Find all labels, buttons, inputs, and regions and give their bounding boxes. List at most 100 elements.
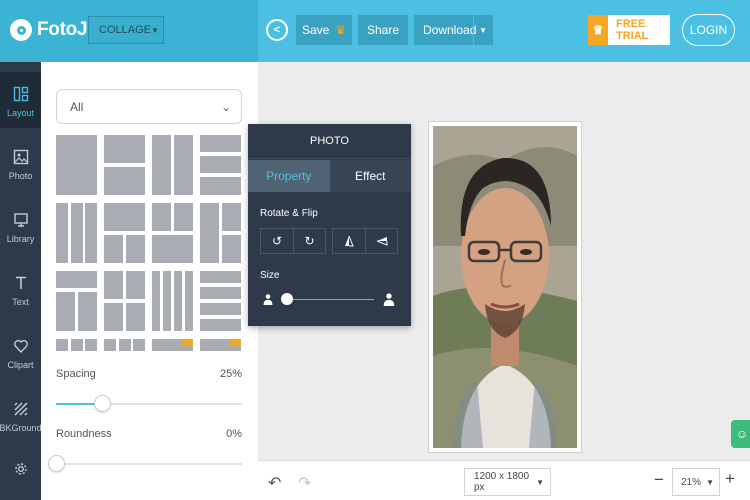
spacing-value: 25% <box>219 368 242 380</box>
spacing-slider[interactable] <box>56 395 242 412</box>
flip-vertical-icon[interactable] <box>333 229 365 253</box>
rotate-left-icon[interactable]: ↺ <box>261 229 293 253</box>
crown-icon: ♛ <box>335 23 347 37</box>
person-large-icon <box>383 293 395 306</box>
bottom-toolbar: ↶ ↷ 1200 x 1800 px ▼ − 21% ▼ + <box>258 460 750 500</box>
zoom-out-button[interactable]: − <box>654 470 664 490</box>
download-caret-icon[interactable]: ▼ <box>479 26 487 35</box>
portrait-photo[interactable] <box>433 126 577 448</box>
portrait-illustration <box>433 126 577 448</box>
chat-button[interactable]: ☺ <box>731 420 750 448</box>
layout-thumb[interactable] <box>152 135 193 195</box>
layout-thumb[interactable] <box>200 271 241 331</box>
spacing-label: Spacing <box>56 368 96 380</box>
flip-group <box>332 228 398 254</box>
nav-item-settings[interactable] <box>0 442 41 498</box>
layout-thumb[interactable] <box>200 203 241 263</box>
tab-property[interactable]: Property <box>248 160 330 192</box>
gear-icon <box>13 458 29 480</box>
redo-icon[interactable]: ↷ <box>298 473 311 493</box>
text-icon <box>13 272 29 294</box>
nav-label: Clipart <box>7 359 34 370</box>
layout-icon <box>13 83 29 105</box>
layout-thumb[interactable] <box>152 203 193 263</box>
caret-down-icon: ▼ <box>536 477 544 487</box>
photo-popup-title: PHOTO <box>248 124 411 159</box>
rotate-flip-label: Rotate & Flip <box>260 208 318 219</box>
logo-mark-icon <box>10 19 32 41</box>
undo-icon[interactable]: ↶ <box>268 473 281 493</box>
download-button[interactable]: Download ▼ <box>414 15 493 45</box>
layout-thumb[interactable] <box>104 203 145 263</box>
rotate-group: ↺ ↻ <box>260 228 326 254</box>
nav-label: Photo <box>8 170 33 181</box>
nav-item-photo[interactable]: Photo <box>0 135 41 191</box>
free-trial-label: FREE TRIAL <box>616 18 649 42</box>
flip-horizontal-icon[interactable] <box>365 229 397 253</box>
roundness-value: 0% <box>226 428 242 440</box>
layout-panel: All ⌄ Spacing 25% Roundness 0% <box>41 62 258 500</box>
left-nav: Layout Photo Library Text Clipart BKGrou… <box>0 62 42 500</box>
back-button[interactable]: < <box>266 19 288 41</box>
download-label: Download <box>423 23 477 37</box>
layout-thumb[interactable] <box>104 339 145 351</box>
roundness-slider-knob[interactable] <box>47 455 65 472</box>
chevron-down-icon: ⌄ <box>220 99 231 114</box>
size-slider-knob[interactable] <box>280 293 293 305</box>
crown-icon: ♛ <box>588 15 608 45</box>
layout-thumb[interactable] <box>56 339 97 351</box>
chat-icon: ☺ <box>735 427 749 441</box>
save-label: Save <box>301 23 330 37</box>
layout-thumb[interactable] <box>104 135 145 195</box>
zoom-select[interactable]: 21% ▼ <box>672 468 720 496</box>
zoom-value: 21% <box>681 476 702 488</box>
roundness-label: Roundness <box>56 428 112 440</box>
size-label: Size <box>260 270 280 281</box>
collage-cell[interactable] <box>428 121 582 453</box>
nav-label: Library <box>6 233 35 244</box>
layout-thumb[interactable] <box>152 271 193 331</box>
login-button[interactable]: LOGIN <box>682 14 735 46</box>
image-icon <box>13 146 29 168</box>
top-bar: FotoJet COLLAGE ▼ < Save ♛ Share Downloa… <box>0 0 750 62</box>
tab-effect[interactable]: Effect <box>329 160 411 192</box>
share-label: Share <box>366 23 400 37</box>
rotate-right-icon[interactable]: ↻ <box>293 229 325 253</box>
monitor-icon <box>13 209 29 231</box>
nav-item-clipart[interactable]: Clipart <box>0 324 41 380</box>
layout-thumb[interactable] <box>56 135 97 195</box>
canvas-size-value: 1200 x 1800 px <box>474 471 530 493</box>
chevron-left-icon: < <box>273 24 281 36</box>
mode-select[interactable]: COLLAGE ▼ <box>88 16 164 44</box>
caret-down-icon: ▼ <box>150 25 159 35</box>
filter-value: All <box>70 99 84 114</box>
photo-popup-tabs: Property Effect <box>248 160 411 192</box>
photo-popup: PHOTO Property Effect Rotate & Flip ↺ ↻ … <box>248 124 411 326</box>
nav-item-layout[interactable]: Layout <box>0 72 41 128</box>
zoom-in-button[interactable]: + <box>725 469 735 489</box>
layout-thumb[interactable] <box>56 203 97 263</box>
roundness-slider[interactable] <box>47 455 242 472</box>
caret-down-icon: ▼ <box>706 477 714 487</box>
size-slider[interactable] <box>262 293 398 307</box>
layout-thumb[interactable] <box>152 339 193 351</box>
layout-thumbnails <box>56 135 246 351</box>
nav-item-background[interactable]: BKGround <box>0 387 42 443</box>
layout-thumb[interactable] <box>200 135 241 195</box>
person-small-icon <box>263 294 273 305</box>
save-button[interactable]: Save ♛ <box>296 15 352 45</box>
layout-thumb[interactable] <box>200 339 241 351</box>
canvas-size-select[interactable]: 1200 x 1800 px ▼ <box>464 468 551 496</box>
layout-thumb[interactable] <box>104 271 145 331</box>
nav-item-library[interactable]: Library <box>0 198 41 254</box>
mode-select-value: COLLAGE <box>99 24 151 36</box>
nav-label: BKGround <box>0 422 42 433</box>
nav-item-text[interactable]: Text <box>0 261 41 317</box>
login-label: LOGIN <box>689 23 728 37</box>
nav-label: Text <box>12 296 29 307</box>
free-trial-button[interactable]: ♛ FREE TRIAL <box>588 15 670 45</box>
share-button[interactable]: Share <box>358 15 408 45</box>
layout-thumb[interactable] <box>56 271 97 331</box>
layout-filter-select[interactable]: All ⌄ <box>56 89 242 124</box>
spacing-slider-knob[interactable] <box>94 395 111 412</box>
